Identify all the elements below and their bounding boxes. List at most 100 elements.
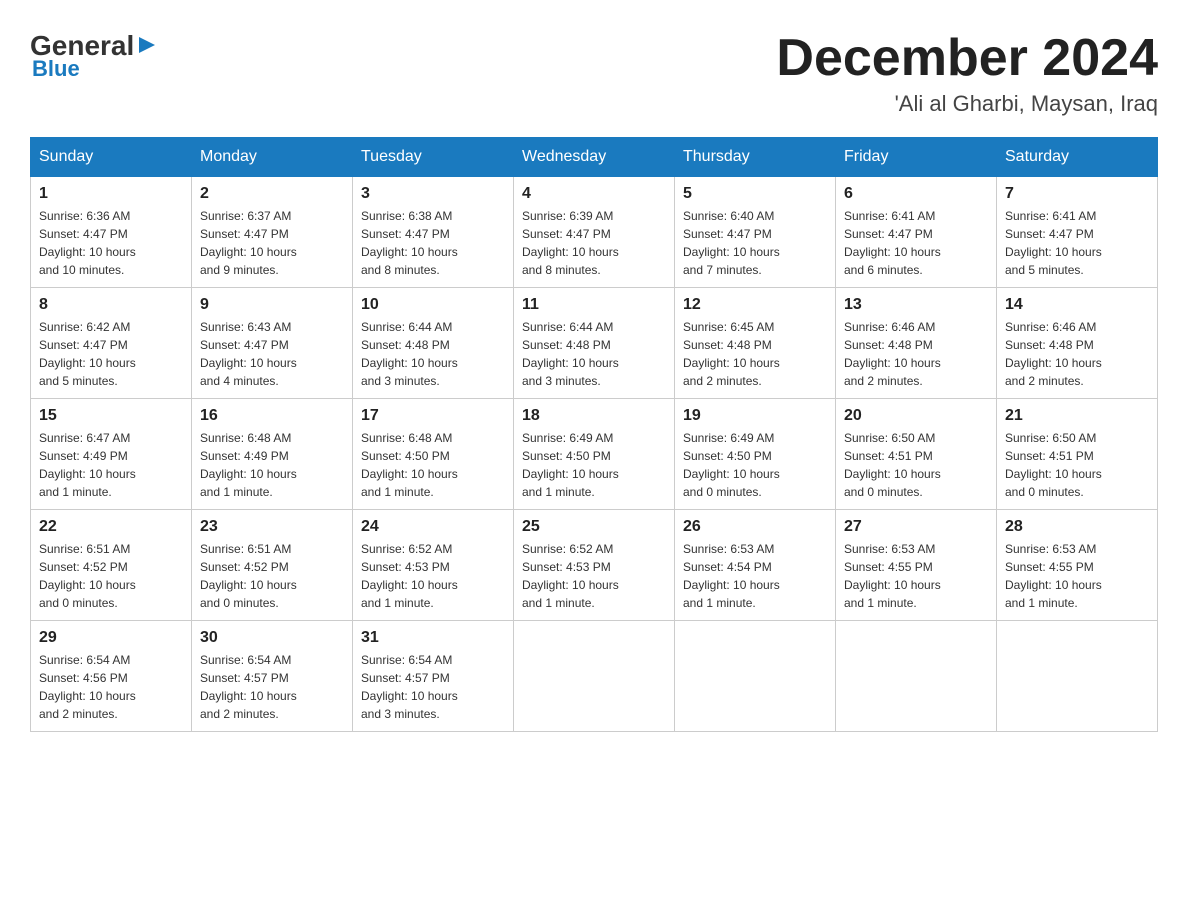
calendar-cell: 30 Sunrise: 6:54 AM Sunset: 4:57 PM Dayl… (192, 621, 353, 732)
calendar-cell: 31 Sunrise: 6:54 AM Sunset: 4:57 PM Dayl… (353, 621, 514, 732)
day-header-tuesday: Tuesday (353, 138, 514, 177)
calendar-cell: 16 Sunrise: 6:48 AM Sunset: 4:49 PM Dayl… (192, 399, 353, 510)
day-info: Sunrise: 6:45 AM Sunset: 4:48 PM Dayligh… (683, 318, 827, 390)
calendar-cell: 29 Sunrise: 6:54 AM Sunset: 4:56 PM Dayl… (31, 621, 192, 732)
day-number: 17 (361, 407, 505, 425)
calendar-cell: 10 Sunrise: 6:44 AM Sunset: 4:48 PM Dayl… (353, 288, 514, 399)
calendar-week-1: 1 Sunrise: 6:36 AM Sunset: 4:47 PM Dayli… (31, 177, 1158, 288)
day-number: 20 (844, 407, 988, 425)
day-header-friday: Friday (836, 138, 997, 177)
day-number: 10 (361, 296, 505, 314)
day-number: 19 (683, 407, 827, 425)
day-info: Sunrise: 6:50 AM Sunset: 4:51 PM Dayligh… (844, 429, 988, 501)
day-number: 16 (200, 407, 344, 425)
day-number: 1 (39, 185, 183, 203)
day-info: Sunrise: 6:48 AM Sunset: 4:50 PM Dayligh… (361, 429, 505, 501)
calendar-cell: 25 Sunrise: 6:52 AM Sunset: 4:53 PM Dayl… (514, 510, 675, 621)
title-section: December 2024 'Ali al Gharbi, Maysan, Ir… (776, 30, 1158, 117)
calendar-header-row: SundayMondayTuesdayWednesdayThursdayFrid… (31, 138, 1158, 177)
day-header-thursday: Thursday (675, 138, 836, 177)
calendar-cell: 2 Sunrise: 6:37 AM Sunset: 4:47 PM Dayli… (192, 177, 353, 288)
day-info: Sunrise: 6:53 AM Sunset: 4:55 PM Dayligh… (1005, 540, 1149, 612)
calendar-cell: 3 Sunrise: 6:38 AM Sunset: 4:47 PM Dayli… (353, 177, 514, 288)
calendar-cell: 5 Sunrise: 6:40 AM Sunset: 4:47 PM Dayli… (675, 177, 836, 288)
day-number: 7 (1005, 185, 1149, 203)
day-info: Sunrise: 6:46 AM Sunset: 4:48 PM Dayligh… (844, 318, 988, 390)
day-number: 3 (361, 185, 505, 203)
day-number: 30 (200, 629, 344, 647)
day-header-sunday: Sunday (31, 138, 192, 177)
calendar-cell: 12 Sunrise: 6:45 AM Sunset: 4:48 PM Dayl… (675, 288, 836, 399)
day-number: 24 (361, 518, 505, 536)
calendar-cell: 28 Sunrise: 6:53 AM Sunset: 4:55 PM Dayl… (997, 510, 1158, 621)
day-number: 14 (1005, 296, 1149, 314)
logo: General Blue (30, 30, 157, 82)
calendar-week-3: 15 Sunrise: 6:47 AM Sunset: 4:49 PM Dayl… (31, 399, 1158, 510)
calendar-cell: 14 Sunrise: 6:46 AM Sunset: 4:48 PM Dayl… (997, 288, 1158, 399)
day-info: Sunrise: 6:52 AM Sunset: 4:53 PM Dayligh… (361, 540, 505, 612)
calendar-cell (997, 621, 1158, 732)
day-number: 4 (522, 185, 666, 203)
day-info: Sunrise: 6:51 AM Sunset: 4:52 PM Dayligh… (200, 540, 344, 612)
day-info: Sunrise: 6:41 AM Sunset: 4:47 PM Dayligh… (1005, 207, 1149, 279)
day-number: 29 (39, 629, 183, 647)
day-number: 11 (522, 296, 666, 314)
calendar-cell: 7 Sunrise: 6:41 AM Sunset: 4:47 PM Dayli… (997, 177, 1158, 288)
day-info: Sunrise: 6:48 AM Sunset: 4:49 PM Dayligh… (200, 429, 344, 501)
day-info: Sunrise: 6:43 AM Sunset: 4:47 PM Dayligh… (200, 318, 344, 390)
page-header: General Blue December 2024 'Ali al Gharb… (30, 30, 1158, 117)
day-info: Sunrise: 6:40 AM Sunset: 4:47 PM Dayligh… (683, 207, 827, 279)
day-number: 25 (522, 518, 666, 536)
day-info: Sunrise: 6:53 AM Sunset: 4:54 PM Dayligh… (683, 540, 827, 612)
day-info: Sunrise: 6:37 AM Sunset: 4:47 PM Dayligh… (200, 207, 344, 279)
day-number: 6 (844, 185, 988, 203)
calendar-cell: 18 Sunrise: 6:49 AM Sunset: 4:50 PM Dayl… (514, 399, 675, 510)
calendar-cell (675, 621, 836, 732)
day-info: Sunrise: 6:46 AM Sunset: 4:48 PM Dayligh… (1005, 318, 1149, 390)
day-info: Sunrise: 6:39 AM Sunset: 4:47 PM Dayligh… (522, 207, 666, 279)
day-info: Sunrise: 6:52 AM Sunset: 4:53 PM Dayligh… (522, 540, 666, 612)
day-header-saturday: Saturday (997, 138, 1158, 177)
day-number: 18 (522, 407, 666, 425)
day-number: 8 (39, 296, 183, 314)
location-title: 'Ali al Gharbi, Maysan, Iraq (776, 91, 1158, 117)
calendar-week-4: 22 Sunrise: 6:51 AM Sunset: 4:52 PM Dayl… (31, 510, 1158, 621)
day-number: 13 (844, 296, 988, 314)
day-info: Sunrise: 6:42 AM Sunset: 4:47 PM Dayligh… (39, 318, 183, 390)
calendar-week-2: 8 Sunrise: 6:42 AM Sunset: 4:47 PM Dayli… (31, 288, 1158, 399)
day-number: 31 (361, 629, 505, 647)
calendar-cell: 21 Sunrise: 6:50 AM Sunset: 4:51 PM Dayl… (997, 399, 1158, 510)
calendar-cell: 19 Sunrise: 6:49 AM Sunset: 4:50 PM Dayl… (675, 399, 836, 510)
calendar-cell: 24 Sunrise: 6:52 AM Sunset: 4:53 PM Dayl… (353, 510, 514, 621)
calendar-cell (836, 621, 997, 732)
logo-blue: Blue (32, 56, 157, 82)
calendar-cell: 20 Sunrise: 6:50 AM Sunset: 4:51 PM Dayl… (836, 399, 997, 510)
day-number: 26 (683, 518, 827, 536)
day-info: Sunrise: 6:53 AM Sunset: 4:55 PM Dayligh… (844, 540, 988, 612)
day-info: Sunrise: 6:49 AM Sunset: 4:50 PM Dayligh… (522, 429, 666, 501)
calendar-cell: 11 Sunrise: 6:44 AM Sunset: 4:48 PM Dayl… (514, 288, 675, 399)
day-info: Sunrise: 6:41 AM Sunset: 4:47 PM Dayligh… (844, 207, 988, 279)
day-number: 23 (200, 518, 344, 536)
calendar-cell: 23 Sunrise: 6:51 AM Sunset: 4:52 PM Dayl… (192, 510, 353, 621)
day-info: Sunrise: 6:44 AM Sunset: 4:48 PM Dayligh… (522, 318, 666, 390)
day-info: Sunrise: 6:50 AM Sunset: 4:51 PM Dayligh… (1005, 429, 1149, 501)
day-info: Sunrise: 6:54 AM Sunset: 4:57 PM Dayligh… (361, 651, 505, 723)
calendar-cell: 26 Sunrise: 6:53 AM Sunset: 4:54 PM Dayl… (675, 510, 836, 621)
calendar-cell: 22 Sunrise: 6:51 AM Sunset: 4:52 PM Dayl… (31, 510, 192, 621)
day-header-monday: Monday (192, 138, 353, 177)
day-header-wednesday: Wednesday (514, 138, 675, 177)
calendar-cell (514, 621, 675, 732)
day-number: 22 (39, 518, 183, 536)
day-number: 21 (1005, 407, 1149, 425)
day-info: Sunrise: 6:38 AM Sunset: 4:47 PM Dayligh… (361, 207, 505, 279)
calendar-cell: 8 Sunrise: 6:42 AM Sunset: 4:47 PM Dayli… (31, 288, 192, 399)
day-info: Sunrise: 6:36 AM Sunset: 4:47 PM Dayligh… (39, 207, 183, 279)
day-info: Sunrise: 6:51 AM Sunset: 4:52 PM Dayligh… (39, 540, 183, 612)
month-title: December 2024 (776, 30, 1158, 87)
day-number: 27 (844, 518, 988, 536)
calendar-cell: 15 Sunrise: 6:47 AM Sunset: 4:49 PM Dayl… (31, 399, 192, 510)
calendar-week-5: 29 Sunrise: 6:54 AM Sunset: 4:56 PM Dayl… (31, 621, 1158, 732)
calendar-cell: 13 Sunrise: 6:46 AM Sunset: 4:48 PM Dayl… (836, 288, 997, 399)
day-info: Sunrise: 6:44 AM Sunset: 4:48 PM Dayligh… (361, 318, 505, 390)
